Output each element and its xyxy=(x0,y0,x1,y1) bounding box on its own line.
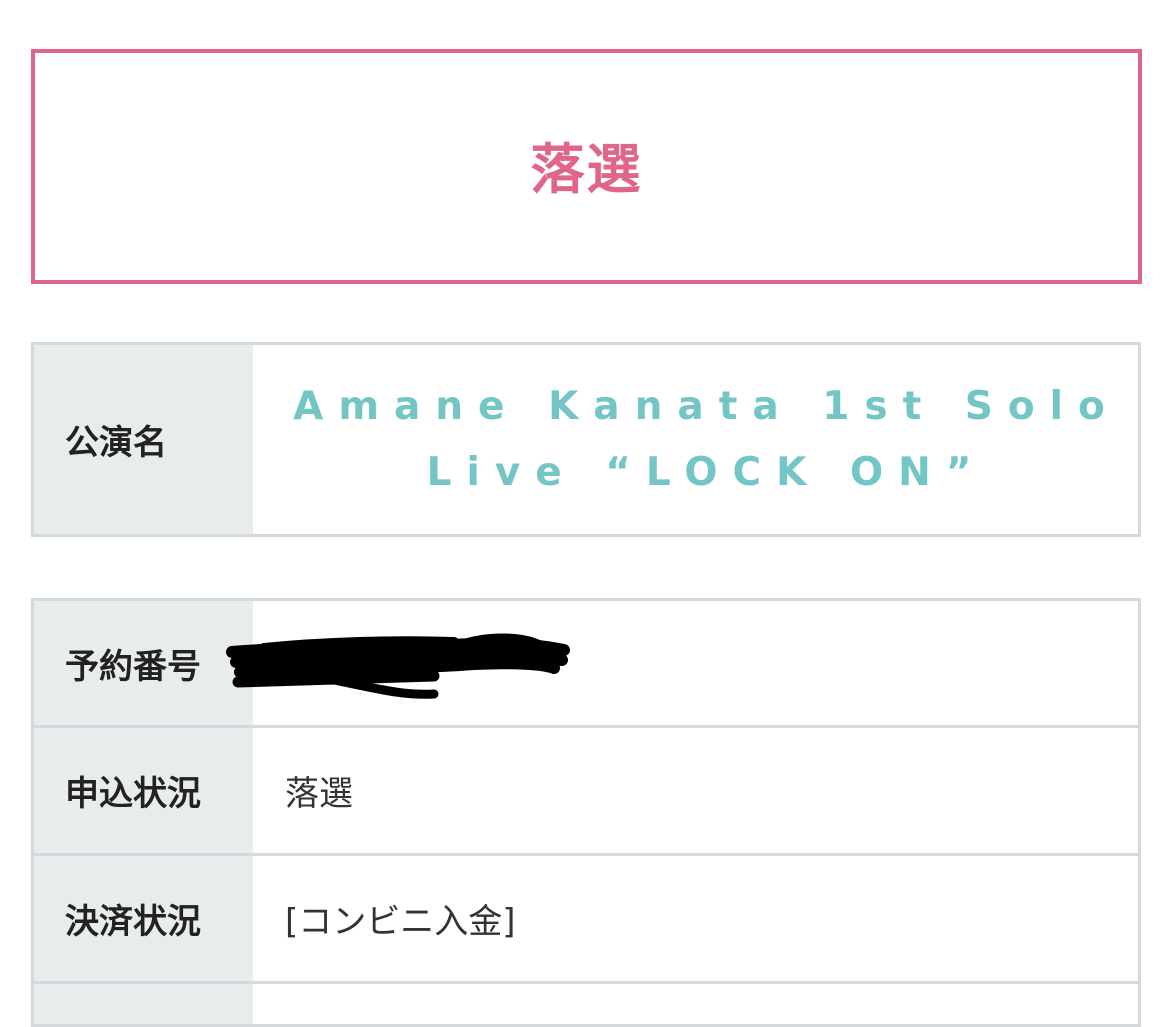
application-details-table: 予約番号 申込状況 落選 決済状況 [コンビニ入金] xyxy=(31,598,1141,1027)
event-name-value: Amane Kanata 1st Solo Live “LOCK ON” xyxy=(293,383,1120,495)
payment-status-row: 決済状況 [コンビニ入金] xyxy=(34,853,1138,981)
event-name-label: 公演名 xyxy=(34,345,253,534)
event-row: 公演名 Amane Kanata 1st Solo Live “LOCK ON” xyxy=(34,345,1138,534)
result-status-text: 落選 xyxy=(530,138,643,201)
next-row xyxy=(34,981,1138,1024)
event-name-cell: Amane Kanata 1st Solo Live “LOCK ON” xyxy=(253,345,1138,534)
redaction-scribble xyxy=(226,633,570,699)
reservation-number-row: 予約番号 xyxy=(34,601,1138,725)
event-table: 公演名 Amane Kanata 1st Solo Live “LOCK ON” xyxy=(31,342,1141,537)
payment-status-value: [コンビニ入金] xyxy=(285,902,516,942)
next-row-label xyxy=(34,984,253,1024)
reservation-number-label: 予約番号 xyxy=(34,601,253,725)
application-status-label: 申込状況 xyxy=(34,728,253,853)
application-status-row: 申込状況 落選 xyxy=(34,725,1138,853)
result-banner: 落選 xyxy=(31,49,1142,284)
payment-status-label: 決済状況 xyxy=(34,856,253,981)
next-row-value xyxy=(253,984,1138,1024)
application-status-value: 落選 xyxy=(285,774,353,814)
